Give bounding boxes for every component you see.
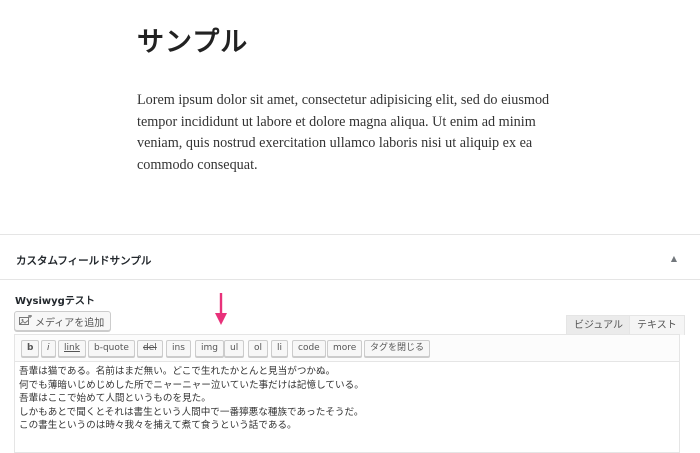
- qt-ol-button[interactable]: ol: [248, 340, 269, 357]
- editor-line: 吾輩はここで始めて人間というものを見た。: [19, 393, 211, 405]
- editor-line: しかもあとで聞くとそれは書生という人間中で一番獰悪な種族であったそうだ。: [19, 406, 364, 418]
- triangle-up-icon[interactable]: ▲: [666, 251, 682, 267]
- editor-line: 何でも薄暗いじめじめした所でニャーニャー泣いていた事だけは記憶している。: [19, 379, 364, 391]
- media-icon: [19, 315, 32, 325]
- qt-close-tags-button[interactable]: タグを閉じる: [364, 340, 431, 357]
- qt-link-button[interactable]: link: [58, 340, 86, 357]
- tab-visual[interactable]: ビジュアル: [566, 315, 631, 335]
- qt-more-button[interactable]: more: [327, 340, 363, 357]
- qt-bold-button[interactable]: b: [21, 340, 40, 357]
- qt-ul-button[interactable]: ul: [224, 340, 245, 357]
- editor-line: 吾輩は猫である。名前はまだ無い。どこで生れたかとんと見当がつかぬ。: [19, 366, 336, 377]
- qt-li-button[interactable]: li: [271, 340, 289, 357]
- metabox-header[interactable]: カスタムフィールドサンプル ▲: [0, 235, 700, 280]
- post-title: サンプル: [137, 27, 249, 58]
- qt-italic-button[interactable]: i: [41, 340, 56, 357]
- metabox-title: カスタムフィールドサンプル: [16, 255, 152, 267]
- field-label: Wysiwygテスト: [15, 296, 95, 307]
- editor-line: この書生というのは時々我々を捕えて煮て食うという話である。: [19, 420, 297, 432]
- down-arrow-icon: [215, 293, 227, 325]
- tab-text[interactable]: テキスト: [629, 315, 685, 335]
- qt-code-button[interactable]: code: [292, 340, 326, 357]
- editor: b i link b-quote del ins img ul ol li co…: [14, 334, 680, 453]
- qt-blockquote-button[interactable]: b-quote: [88, 340, 135, 357]
- editor-textarea[interactable]: 吾輩は猫である。名前はまだ無い。どこで生れたかとんと見当がつかぬ。 何でも薄暗い…: [19, 365, 669, 433]
- qt-ins-button[interactable]: ins: [166, 340, 191, 357]
- post-body: Lorem ipsum dolor sit amet, consectetur …: [137, 92, 550, 173]
- post-preview: サンプル Lorem ipsum dolor sit amet, consect…: [0, 0, 700, 234]
- add-media-button[interactable]: メディアを追加: [14, 311, 112, 331]
- qt-img-button[interactable]: img: [195, 340, 224, 357]
- add-media-label: メディアを追加: [35, 317, 105, 329]
- quicktags-toolbar: b i link b-quote del ins img ul ol li co…: [15, 335, 679, 362]
- qt-del-button[interactable]: del: [137, 340, 163, 357]
